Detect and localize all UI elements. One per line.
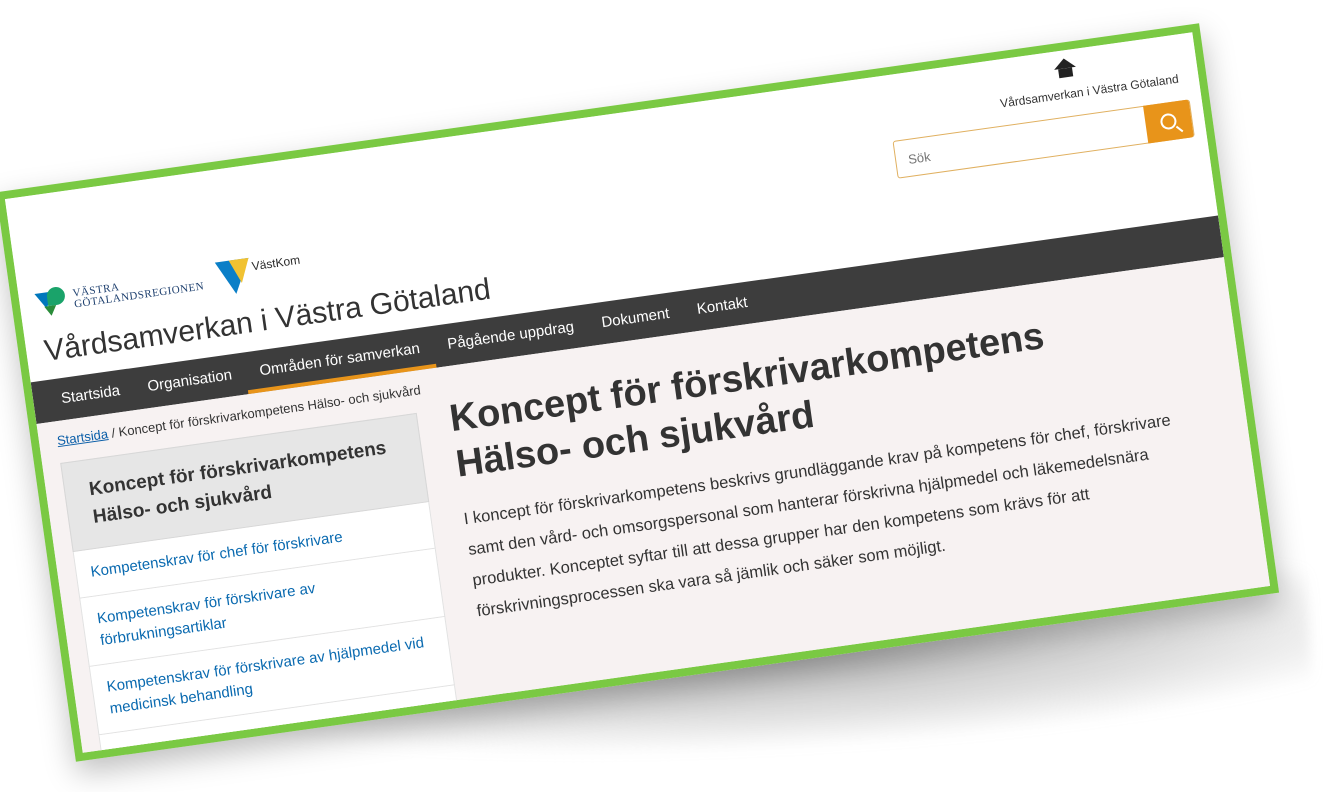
vastkom-logo-text: VästKom [250,252,301,274]
vastkom-logo[interactable]: VästKom [214,251,304,297]
search-box [892,99,1195,180]
vgr-logo[interactable]: VÄSTRA GÖTALANDSREGIONEN [34,266,206,319]
vastkom-logo-icon [214,257,254,297]
sidebar-nav: Koncept för förskrivarkompetens Hälso- o… [60,412,465,762]
home-icon [1052,56,1078,80]
search-button[interactable] [1143,99,1194,144]
vgr-logo-icon [34,285,72,319]
vgr-logo-text: VÄSTRA GÖTALANDSREGIONEN [71,280,205,311]
home-link[interactable]: Vårdsamverkan i Västra Götaland [995,43,1180,111]
search-input[interactable] [893,105,1161,180]
search-icon [1159,112,1178,131]
breadcrumb-home-link[interactable]: Startsida [56,426,109,448]
